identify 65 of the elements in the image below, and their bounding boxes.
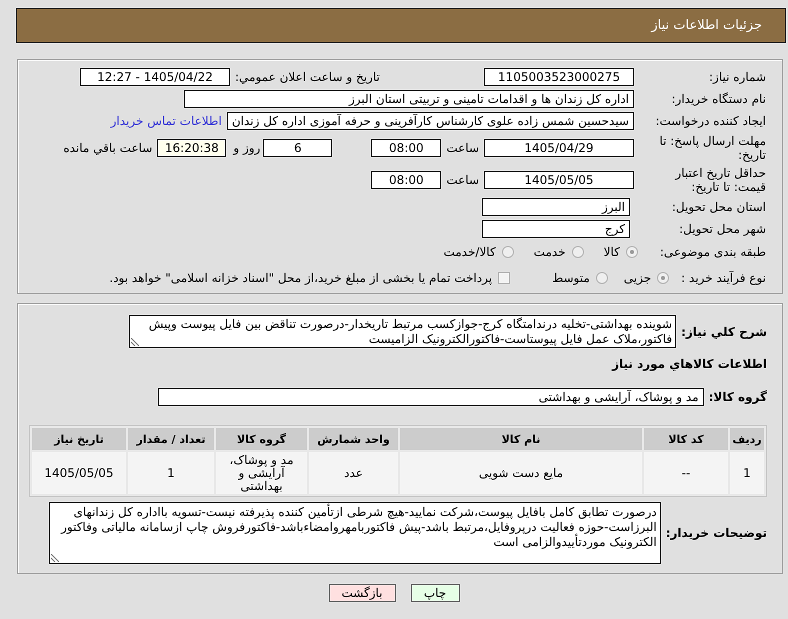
radio-label: کالا — [604, 245, 620, 259]
table-cell: -- — [644, 452, 728, 494]
table-cell: مد و پوشاک، آرایشی و بهداشتی — [216, 452, 307, 494]
description-field[interactable]: شوینده بهداشتی-تخلیه درندامتگاه کرج-جوازکسب مرتبط تاریخدار-درصورت تناقض بین فایل پیوست وپیش فاکتور،ملاک عمل فایل پیوستاست-فاکتورالکترونیک الزامیست — [129, 315, 676, 348]
field-label: تاریخ و ساعت اعلان عمومي: — [235, 70, 380, 84]
table-cell: 1 — [730, 452, 764, 494]
field-label: توضیحات خریدار: — [666, 526, 767, 540]
contact-link[interactable]: اطلاعات تماس خریدار — [110, 114, 222, 128]
checkbox-label: پرداخت تمام یا بخشی از مبلغ خرید،از محل "اسناد خزانه اسلامی" خواهد بود. — [109, 271, 492, 285]
resize-grip-icon[interactable] — [131, 338, 140, 346]
field-label: شهر محل تحویل: — [678, 222, 766, 236]
date-field[interactable]: 1405/04/29 — [484, 139, 634, 157]
print-button[interactable]: چاپ — [410, 584, 460, 602]
column-header: واحد شمارش — [309, 428, 398, 450]
city-field[interactable]: کرج — [482, 220, 630, 238]
resize-grip-icon[interactable] — [50, 554, 59, 562]
date-field[interactable]: 1405/05/05 — [484, 171, 634, 189]
field-label: شماره نیاز: — [708, 70, 766, 84]
radio-label: جزیی — [624, 271, 652, 285]
field-label: شرح کلي نیاز: — [681, 324, 767, 338]
buyer-org-field[interactable]: اداره کل زندان ها و اقدامات تامینی و تربیتی استان البرز — [184, 90, 634, 108]
column-header: تعداد / مقدار — [128, 428, 214, 450]
radio-button[interactable] — [596, 272, 608, 284]
column-header: کد کالا — [644, 428, 728, 450]
province-field[interactable]: البرز — [482, 198, 630, 216]
days-label: روز و — [233, 141, 260, 155]
time-label: ساعت — [446, 141, 479, 155]
radio-label: متوسط — [552, 271, 590, 285]
field-label: نوع فرآیند خرید : — [681, 271, 766, 285]
column-header: نام کالا — [400, 428, 642, 450]
requester-field[interactable]: سیدحسین شمس زاده علوی کارشناس کارآفرینی و حرفه آموزی اداره کل زندان — [226, 112, 634, 130]
radio-button[interactable] — [626, 246, 638, 258]
page-title: جزئیات اطلاعات نیاز — [651, 18, 762, 33]
table-cell: عدد — [309, 452, 398, 494]
announcement-date-field[interactable]: 1405/04/22 - 12:27 — [80, 68, 230, 86]
field-label: نام دستگاه خریدار: — [670, 92, 766, 106]
field-label: مهلت ارسال پاسخ: تا تاریخ: — [658, 134, 766, 162]
column-header: گروه کالا — [216, 428, 307, 450]
need-number-field[interactable]: 1105003523000275 — [484, 68, 634, 86]
time-label: ساعت — [446, 173, 479, 187]
radio-button[interactable] — [657, 272, 670, 284]
table-cell: 1405/05/05 — [32, 452, 126, 494]
table-cell: مایع دست شویی — [400, 452, 642, 494]
buyer-notes-field[interactable]: درصورت تطابق کامل بافایل پیوست،شرکت نمایید-هیچ شرطی ازتأمین کننده پذیرفته نیست-تسویه بااداره کل زندانهای البرزاست-حوزه فعالیت درپروفایل،مرتبط باشد-پیش فاکتوربامهروامضاءباشد-فاکتورفروش چاپ ازسامانه مالیاتی وفاکتور الکترونیک موردتأییدوالزامی است — [48, 502, 661, 564]
radio-label: خدمت — [534, 245, 566, 259]
field-label: گروه کالا: — [708, 390, 767, 404]
time-field[interactable]: 08:00 — [371, 139, 442, 157]
column-header: تاریخ نیاز — [32, 428, 126, 450]
remaining-time-field[interactable]: 16:20:38 — [157, 139, 226, 157]
back-button[interactable]: بازگشت — [328, 584, 396, 602]
days-field[interactable]: 6 — [263, 139, 332, 157]
radio-label: کالا/خدمت — [443, 245, 496, 259]
remaining-label: ساعت باقي مانده — [63, 141, 152, 155]
radio-button[interactable] — [502, 246, 514, 258]
goods-group-field[interactable]: مد و پوشاک، آرایشی و بهداشتی — [158, 388, 704, 406]
checkbox[interactable] — [498, 272, 510, 284]
field-label: طبقه بندی موضوعی: — [660, 245, 766, 259]
radio-button[interactable] — [572, 246, 584, 258]
field-label: حداقل تاریخ اعتبار قیمت: تا تاریخ: — [674, 166, 766, 194]
field-label: ایجاد کننده درخواست: — [654, 114, 766, 128]
column-header: ردیف — [730, 428, 764, 450]
field-label: استان محل تحویل: — [670, 200, 766, 214]
section-title: اطلاعات کالاهاي مورد نیاز — [612, 357, 767, 372]
table-cell: 1 — [128, 452, 214, 494]
time-field[interactable]: 08:00 — [371, 171, 442, 189]
